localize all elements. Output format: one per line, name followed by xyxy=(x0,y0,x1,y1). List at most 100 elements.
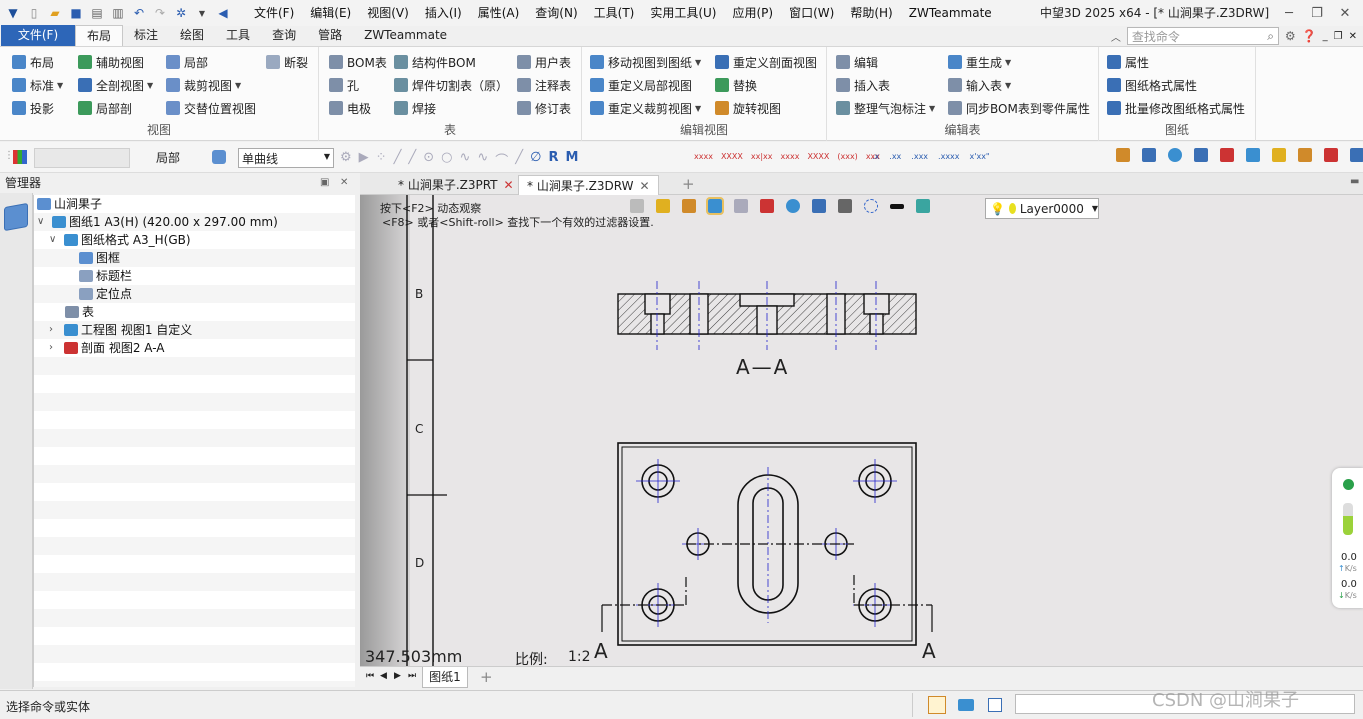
close-tab-icon[interactable]: ✕ xyxy=(639,179,649,193)
tab-piping[interactable]: 管路 xyxy=(307,25,353,46)
grid-toggle-icon[interactable] xyxy=(928,696,946,714)
format-f-icon[interactable]: (xxx) xyxy=(837,152,857,161)
close-tab-icon[interactable]: ✕ xyxy=(504,178,514,192)
format-d-icon[interactable]: xxxx xyxy=(781,152,800,161)
doc-tab-drawing[interactable]: * 山涧果子.Z3DRW ✕ xyxy=(518,175,659,195)
snap-points-icon[interactable]: ⁘ xyxy=(376,150,387,169)
back-arrow-icon[interactable]: ◀ xyxy=(214,4,232,22)
alt-position-view-button[interactable]: 交替位置视图 xyxy=(166,98,256,118)
tool-key-icon[interactable] xyxy=(1324,148,1338,162)
snap-center-icon[interactable]: ⊙ xyxy=(423,150,434,169)
structure-bom-button[interactable]: 结构件BOM xyxy=(394,52,476,72)
tree-node-section-view[interactable]: › 剖面 视图2 A-A xyxy=(49,339,165,357)
snap-diagonal-icon[interactable]: ╱ xyxy=(515,150,523,169)
decimal-2-icon[interactable]: .xxx xyxy=(911,152,928,161)
snap-wave2-icon[interactable]: ∿ xyxy=(477,150,488,169)
tree-node-sheet-format[interactable]: ∨ 图纸格式 A3_H(GB) xyxy=(49,231,191,249)
tree-node-title-block[interactable]: 标题栏 xyxy=(79,267,132,285)
tool-cube-icon[interactable] xyxy=(1194,148,1208,162)
snap-wave-icon[interactable]: ∿ xyxy=(459,150,470,169)
menu-view[interactable]: 视图(V) xyxy=(359,0,417,26)
settings-icon[interactable]: ⚙ xyxy=(1285,29,1296,43)
tool-brush-icon[interactable] xyxy=(1246,148,1260,162)
print-icon[interactable]: ▤ xyxy=(88,4,106,22)
tab-layout[interactable]: 布局 xyxy=(75,25,124,46)
redo-icon[interactable]: ↷ xyxy=(151,4,169,22)
menu-attribute[interactable]: 属性(A) xyxy=(470,0,528,26)
chevron-down-icon[interactable]: ▼ xyxy=(193,4,211,22)
tree-node-view1[interactable]: › 工程图 视图1 自定义 xyxy=(49,321,192,339)
restore-icon[interactable]: ❐ xyxy=(1303,6,1331,21)
import-table-button[interactable]: 输入表 ▼ xyxy=(948,75,1011,95)
doc-close-icon[interactable]: ✕ xyxy=(1349,31,1357,42)
pin-icon[interactable]: ▣ xyxy=(320,173,329,193)
tree-node-frame[interactable]: 图框 xyxy=(79,249,120,267)
menu-apps[interactable]: 应用(P) xyxy=(725,0,782,26)
tab-query[interactable]: 查询 xyxy=(261,25,307,46)
chevron-right-icon[interactable]: › xyxy=(49,321,61,339)
pick-filter-icon[interactable] xyxy=(212,150,226,164)
decimal-4-icon[interactable]: x'xx" xyxy=(970,152,990,161)
tab-zwteammate[interactable]: ZWTeammate xyxy=(353,25,458,46)
standard-view-button[interactable]: 标准 ▼ xyxy=(12,75,63,95)
full-section-view-button[interactable]: 全剖视图 ▼ xyxy=(78,75,153,95)
panel-icon[interactable] xyxy=(988,698,1002,712)
screen-icon[interactable] xyxy=(958,699,974,711)
regen-icon[interactable]: ✲ xyxy=(172,4,190,22)
insert-table-button[interactable]: 插入表 xyxy=(836,75,890,95)
snap-m-icon[interactable]: M xyxy=(565,150,578,169)
local-section-button[interactable]: 局部剖 xyxy=(78,98,132,118)
chevron-right-icon[interactable]: › xyxy=(49,339,61,357)
chevron-down-icon[interactable]: ∨ xyxy=(37,213,49,231)
tool-stamp-icon[interactable] xyxy=(1272,148,1286,162)
menu-window[interactable]: 窗口(W) xyxy=(781,0,842,26)
redefine-crop-view-button[interactable]: 重定义裁剪视图 ▼ xyxy=(590,98,701,118)
snap-gear-icon[interactable]: ⚙ xyxy=(340,150,352,169)
menu-file[interactable]: 文件(F) xyxy=(246,0,302,26)
snap-circle-icon[interactable]: ○ xyxy=(441,150,452,169)
bom-table-button[interactable]: BOM表 xyxy=(329,52,387,72)
chart-filter-icon[interactable] xyxy=(13,150,27,164)
electrode-table-button[interactable]: 电极 xyxy=(329,98,371,118)
tab-tools[interactable]: 工具 xyxy=(215,25,261,46)
tool-refresh-icon[interactable] xyxy=(1168,148,1182,162)
redefine-detail-view-button[interactable]: 重定义局部视图 xyxy=(590,75,692,95)
format-c-icon[interactable]: xx|xx xyxy=(751,152,773,161)
format-a-icon[interactable]: xxxx xyxy=(694,152,713,161)
first-sheet-icon[interactable]: ⏮ xyxy=(366,671,374,681)
decimal-3-icon[interactable]: .xxxx xyxy=(938,152,959,161)
close-panel-icon[interactable]: ✕ xyxy=(340,173,348,193)
last-sheet-icon[interactable]: ⏭ xyxy=(408,671,416,681)
arrange-balloons-button[interactable]: 整理气泡标注 ▼ xyxy=(836,98,935,118)
menu-query[interactable]: 查询(N) xyxy=(527,0,585,26)
open-folder-icon[interactable]: ▰ xyxy=(46,4,64,22)
print-preview-icon[interactable]: ▥ xyxy=(109,4,127,22)
help-icon[interactable]: ❓ xyxy=(1302,29,1317,43)
menu-tools[interactable]: 工具(T) xyxy=(586,0,643,26)
weld-table-button[interactable]: 焊接 xyxy=(394,98,436,118)
redefine-section-view-button[interactable]: 重定义剖面视图 xyxy=(715,52,817,72)
sync-bom-button[interactable]: 同步BOM表到零件属性 xyxy=(948,98,1090,118)
tool-pen-icon[interactable] xyxy=(1220,148,1234,162)
decimal-1-icon[interactable]: .xx xyxy=(889,152,901,161)
tab-file[interactable]: 文件(F) xyxy=(1,25,75,46)
snap-r-icon[interactable]: R xyxy=(548,150,558,169)
doc-minimize-icon[interactable]: _ xyxy=(1323,31,1328,42)
save-icon[interactable]: ■ xyxy=(67,4,85,22)
app-logo-icon[interactable]: ▼ xyxy=(4,4,22,22)
tool-pencil-icon[interactable] xyxy=(1298,148,1312,162)
snap-arc-icon[interactable]: ⌒ xyxy=(495,150,508,169)
chevron-down-icon[interactable]: ∨ xyxy=(49,231,61,249)
batch-format-button[interactable]: 批量修改图纸格式属性 xyxy=(1107,98,1245,118)
next-sheet-icon[interactable]: ▶ xyxy=(394,671,401,681)
doc-restore-icon[interactable]: ❐ xyxy=(1334,31,1343,42)
tab-draw[interactable]: 绘图 xyxy=(169,25,215,46)
sheet-format-properties-button[interactable]: 图纸格式属性 xyxy=(1107,75,1197,95)
doc-tab-part[interactable]: * 山涧果子.Z3PRT ✕ xyxy=(390,175,522,195)
snap-line2-icon[interactable]: ╱ xyxy=(408,150,416,169)
edit-table-button[interactable]: 编辑 xyxy=(836,52,878,72)
snap-line-icon[interactable]: ╱ xyxy=(394,150,402,169)
snap-play-icon[interactable]: ▶ xyxy=(359,150,369,169)
format-e-icon[interactable]: XXXX xyxy=(807,152,829,161)
menu-utilities[interactable]: 实用工具(U) xyxy=(642,0,724,26)
